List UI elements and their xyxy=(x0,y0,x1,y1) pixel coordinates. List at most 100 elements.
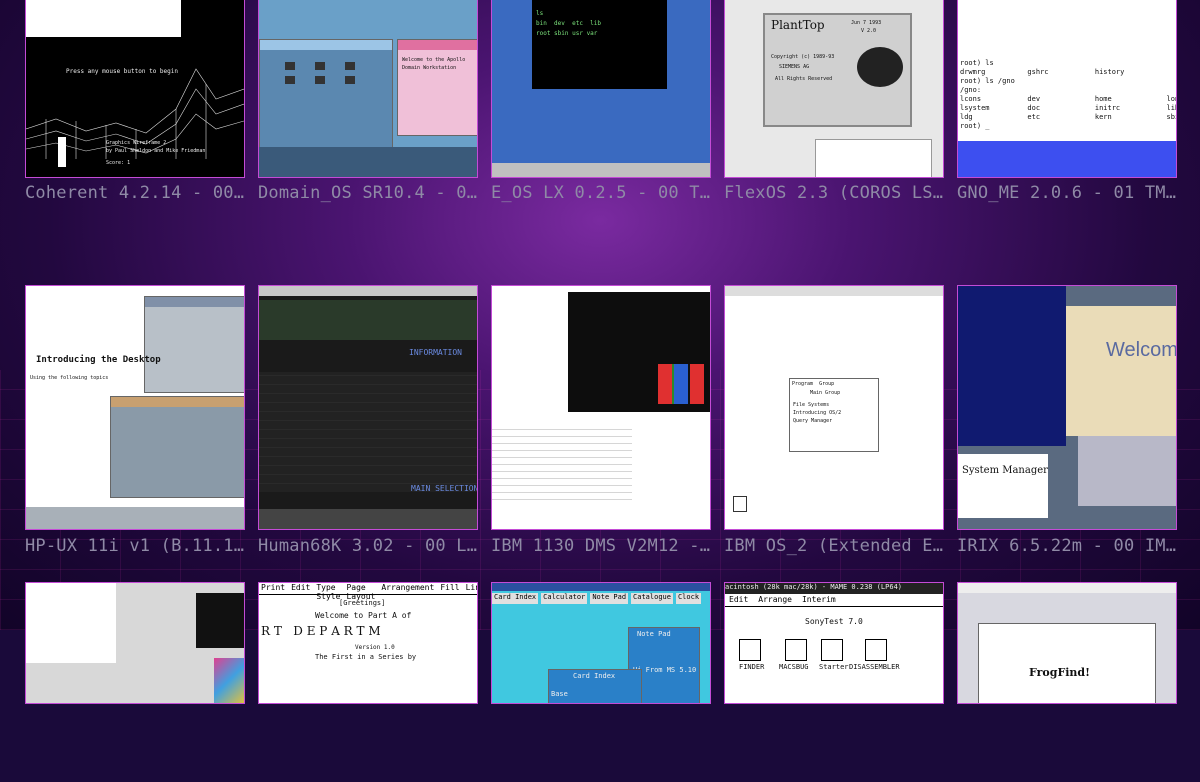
gallery-tile[interactable]: Print Edit Type Style Page Layout Arrang… xyxy=(258,582,478,782)
screen-text: INFORMATION xyxy=(409,348,462,357)
main-group-window: Program Group Main Group File Systems In… xyxy=(789,378,879,452)
icon-label: DISASSEMBLER xyxy=(849,663,900,671)
calculator-button[interactable]: Calculator xyxy=(541,593,588,604)
file-icon xyxy=(285,76,295,84)
system-manager-window: System Manager xyxy=(958,454,1048,518)
window-titlebar xyxy=(398,40,477,50)
gallery-tile[interactable]: Welcome to the Apollo Domain Workstation… xyxy=(258,0,478,203)
window-titlebar xyxy=(145,297,244,307)
tile-caption[interactable]: E_OS LX 0.2.5 - 00 Te… xyxy=(491,183,711,203)
tile-caption[interactable]: FlexOS 2.3 (COROS LS-… xyxy=(724,183,944,203)
screen-text: Score: 1 xyxy=(106,160,131,166)
tile-thumbnail[interactable]: PlantTop Jun 7 1993 V 2.0 Copyright (c) … xyxy=(724,0,944,178)
tile-caption[interactable]: GNO_ME 2.0.6 - 01 TMT… xyxy=(957,183,1177,203)
menu-item-interim[interactable]: Interim xyxy=(802,595,836,606)
tile-thumbnail[interactable] xyxy=(25,582,245,704)
gallery-tile[interactable] xyxy=(25,582,245,782)
menu-item-lines[interactable]: Lines xyxy=(466,583,477,594)
tile-thumbnail[interactable] xyxy=(491,285,711,530)
gallery-tile[interactable]: Card Index Calculator Note Pad Catalogue… xyxy=(491,582,711,782)
tile-thumbnail[interactable]: ls bin dev etc lib root sbin usr var xyxy=(491,0,711,178)
tile-thumbnail[interactable]: Press any mouse button to begin Graphics… xyxy=(25,0,245,178)
card-index-window: Card Index Base xyxy=(548,669,642,703)
gallery-tile[interactable]: ls bin dev etc lib root sbin usr var E_O… xyxy=(491,0,711,203)
rights-text: All Rights Reserved xyxy=(775,76,833,82)
tile-thumbnail[interactable]: Program Group Main Group File Systems In… xyxy=(724,285,944,530)
tile-caption[interactable]: HP-UX 11i v1 (B.11.11… xyxy=(25,536,245,556)
screen-text: root sbin usr var xyxy=(536,30,598,37)
version-text: V 2.0 xyxy=(861,28,877,34)
menu-item-print[interactable]: Print xyxy=(261,583,285,594)
screen-heading: R T D E P A R T M xyxy=(261,624,381,638)
list-item[interactable]: Query Manager xyxy=(793,417,832,426)
gallery-tile[interactable]: Introducing the Desktop Using the follow… xyxy=(25,285,245,556)
gallery-tile[interactable]: FrogFind! xyxy=(957,582,1177,782)
icon-grid xyxy=(285,62,369,84)
menu-item-edit[interactable]: Edit xyxy=(291,583,310,594)
toolbar: Card Index Calculator Note Pad Catalogue… xyxy=(492,593,710,604)
gallery-tile[interactable]: Program Group Main Group File Systems In… xyxy=(724,285,944,556)
finder-icon[interactable] xyxy=(739,639,761,661)
console-panel xyxy=(568,292,710,412)
gallery-tile[interactable]: INFORMATION MAIN SELECTION Human68K 3.02… xyxy=(258,285,478,556)
gallery-tile[interactable]: IBM 1130 DMS V2M12 - … xyxy=(491,285,711,556)
menu-item-edit[interactable]: Edit xyxy=(729,595,748,606)
tile-caption[interactable]: Domain_OS SR10.4 - 01… xyxy=(258,183,478,203)
tile-thumbnail[interactable]: Welcome System Manager xyxy=(957,285,1177,530)
tile-thumbnail[interactable]: FrogFind! xyxy=(957,582,1177,704)
clock-button[interactable]: Clock xyxy=(675,593,702,604)
screen-text: bin dev etc lib xyxy=(536,20,602,27)
menu-item-fill[interactable]: Fill xyxy=(440,583,459,594)
menu-item-arrangement[interactable]: Arrangement xyxy=(381,583,434,594)
terminal-window: ls bin dev etc lib root sbin usr var xyxy=(532,0,667,89)
menu-item-type-style[interactable]: Type Style xyxy=(316,583,340,601)
starter-icon[interactable] xyxy=(821,639,843,661)
card-index-button[interactable]: Card Index xyxy=(492,593,539,604)
color-pattern xyxy=(214,658,244,703)
gallery-tile[interactable]: root) ls drwmrg gshrc history root) ls /… xyxy=(957,0,1177,203)
tile-caption[interactable]: Coherent 4.2.14 - 00 … xyxy=(25,183,245,203)
tile-caption[interactable]: IBM OS_2 (Extended Ed… xyxy=(724,536,944,556)
window-title: SonyTest 7.0 xyxy=(805,617,863,626)
disassembler-icon[interactable] xyxy=(865,639,887,661)
window: Welcome to the Apollo Domain Workstation xyxy=(397,39,477,136)
terminal-line: root) ls xyxy=(960,59,994,67)
tile-thumbnail[interactable]: Introducing the Desktop Using the follow… xyxy=(25,285,245,530)
inferno-logo xyxy=(196,593,244,648)
tile-thumbnail[interactable]: root) ls drwmrg gshrc history root) ls /… xyxy=(957,0,1177,178)
tile-thumbnail[interactable]: Print Edit Type Style Page Layout Arrang… xyxy=(258,582,478,704)
icon-label: Starter xyxy=(819,663,849,671)
menu-bar xyxy=(259,286,477,296)
gallery-tile[interactable]: PlantTop Jun 7 1993 V 2.0 Copyright (c) … xyxy=(724,0,944,203)
gallery-tile[interactable]: acintosh (28k mac/28k) - MAME 0.238 (LP6… xyxy=(724,582,944,782)
menu-bar xyxy=(958,583,1176,593)
tile-caption[interactable]: Human68K 3.02 - 00 LH… xyxy=(258,536,478,556)
screenshot-gallery: Press any mouse button to begin Graphics… xyxy=(25,0,1177,782)
welcome-window: Welcome xyxy=(1066,306,1176,436)
tile-thumbnail[interactable]: Card Index Calculator Note Pad Catalogue… xyxy=(491,582,711,704)
file-icon xyxy=(315,76,325,84)
about-dialog: PlantTop Jun 7 1993 V 2.0 Copyright (c) … xyxy=(763,13,912,127)
tile-thumbnail[interactable]: INFORMATION MAIN SELECTION xyxy=(258,285,478,530)
gallery-tile[interactable]: Press any mouse button to begin Graphics… xyxy=(25,0,245,203)
note-pad-button[interactable]: Note Pad xyxy=(590,593,629,604)
tile-caption[interactable]: IBM 1130 DMS V2M12 - … xyxy=(491,536,711,556)
macsbug-icon[interactable] xyxy=(785,639,807,661)
file-icon xyxy=(345,76,355,84)
gallery-tile[interactable]: Welcome System Manager IRIX 6.5.22m - 00… xyxy=(957,285,1177,556)
catalogue-button[interactable]: Catalogue xyxy=(631,593,673,604)
file-icon xyxy=(315,62,325,70)
tile-caption[interactable]: IRIX 6.5.22m - 00 IMD… xyxy=(957,536,1177,556)
tile-thumbnail[interactable]: Welcome to the Apollo Domain Workstation xyxy=(258,0,478,178)
screen-text: Domain Workstation xyxy=(402,65,457,71)
tile-thumbnail[interactable]: acintosh (28k mac/28k) - MAME 0.238 (LP6… xyxy=(724,582,944,704)
printer-icon[interactable] xyxy=(733,496,747,512)
brand-name: PlantTop xyxy=(771,18,825,32)
menu-item-arrange[interactable]: Arrange xyxy=(758,595,792,606)
system-manager-title: System Manager xyxy=(962,465,1048,476)
menu-item-page-layout[interactable]: Page Layout xyxy=(346,583,375,601)
window-titlebar: acintosh (28k mac/28k) - MAME 0.238 (LP6… xyxy=(725,583,943,594)
file-manager-window xyxy=(144,296,244,393)
white-panel xyxy=(26,0,181,37)
taskbar xyxy=(259,147,477,177)
